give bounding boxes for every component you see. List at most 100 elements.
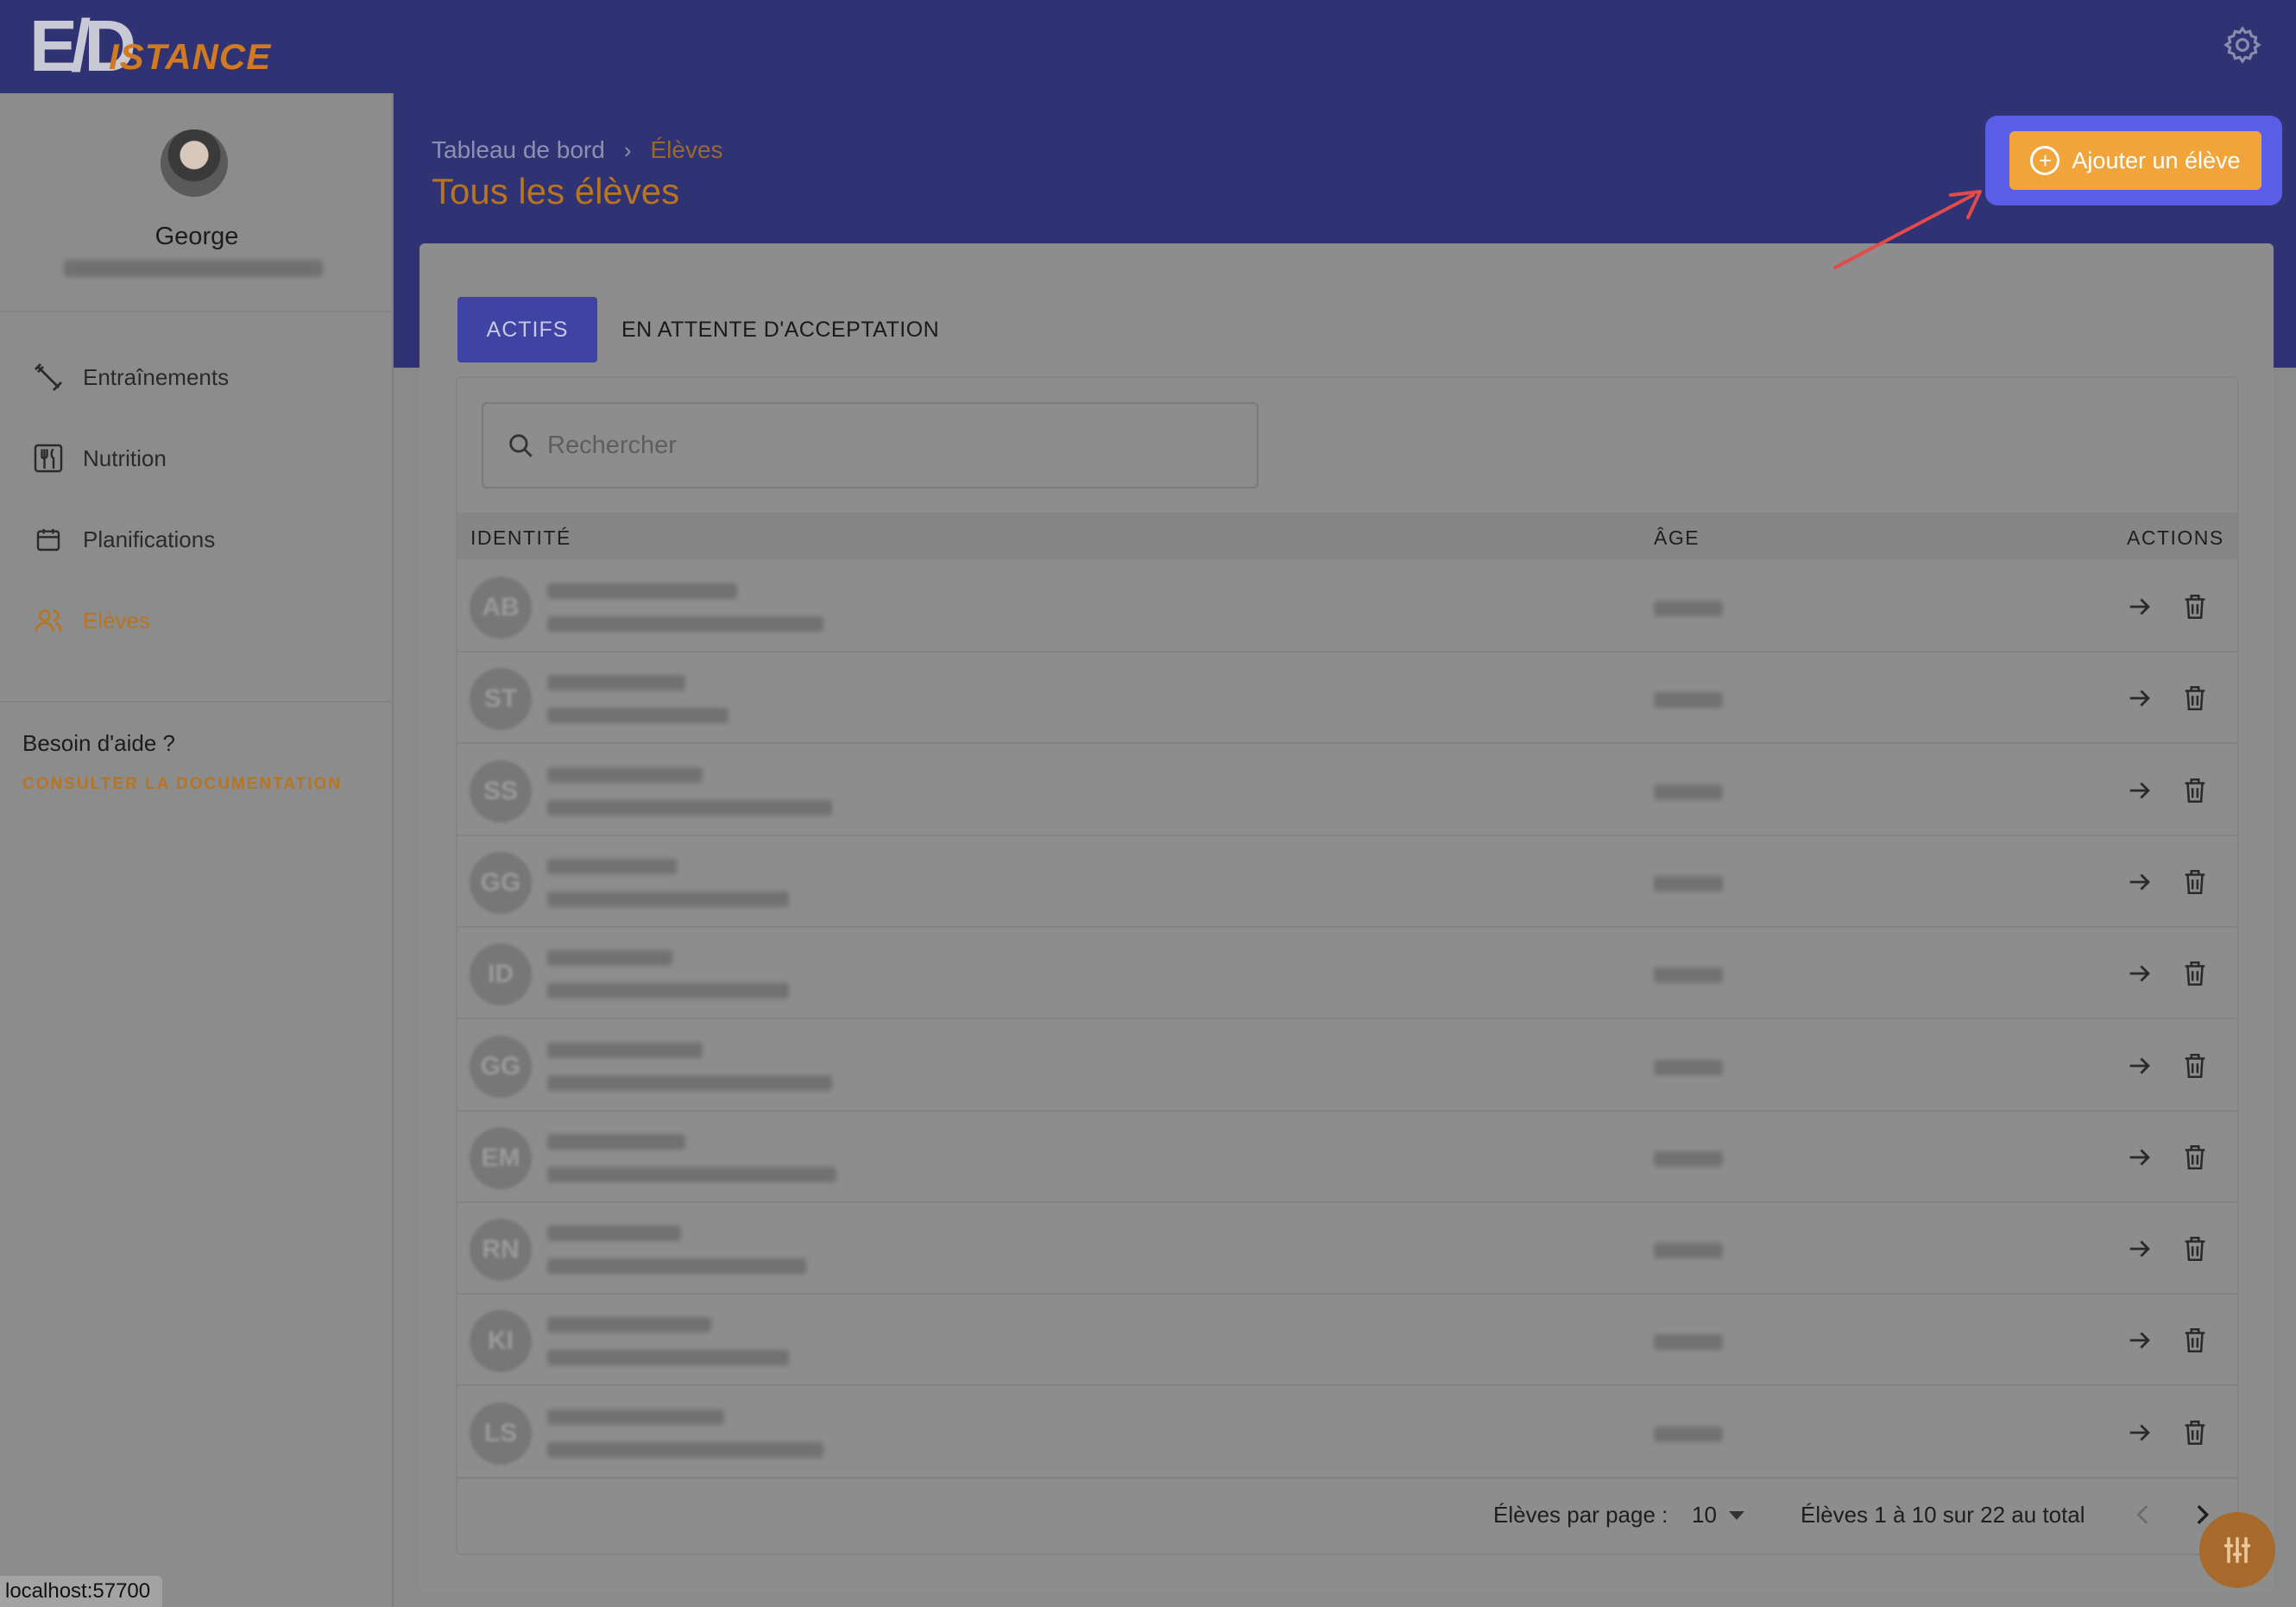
- student-email: [547, 616, 823, 632]
- student-email: [547, 983, 789, 999]
- logo-text: ISTANCE: [109, 36, 272, 77]
- student-name: [547, 1317, 711, 1333]
- search-input[interactable]: [547, 431, 1221, 460]
- tab-actifs[interactable]: ACTIFS: [457, 297, 597, 362]
- pagination-range: Élèves 1 à 10 sur 22 au total: [1801, 1502, 2085, 1528]
- student-age: [1654, 1334, 1723, 1351]
- column-identite: IDENTITÉ: [470, 526, 571, 549]
- student-age: [1654, 1426, 1723, 1442]
- student-avatar: RN: [470, 1219, 532, 1282]
- table-row[interactable]: ST: [457, 652, 2237, 745]
- student-age: [1654, 692, 1723, 709]
- divider: [457, 1478, 2237, 1479]
- student-avatar: LS: [470, 1402, 532, 1465]
- status-bar-url: localhost:57700: [0, 1576, 163, 1607]
- sidebar-item-eleves[interactable]: Elèves: [31, 599, 150, 642]
- student-name: [547, 1408, 724, 1425]
- arrow-right-icon[interactable]: [2125, 684, 2154, 713]
- student-avatar: KI: [470, 1310, 532, 1373]
- student-avatar: EM: [470, 1126, 532, 1189]
- student-name: [547, 1133, 685, 1150]
- student-age: [1654, 784, 1723, 800]
- add-student-button[interactable]: + Ajouter un élève: [2009, 131, 2261, 190]
- chevron-left-icon[interactable]: [2129, 1500, 2158, 1529]
- table-row[interactable]: EM: [457, 1112, 2237, 1203]
- help-title: Besoin d'aide ?: [22, 730, 175, 756]
- table-row[interactable]: SS: [457, 745, 2237, 836]
- student-age: [1654, 1059, 1723, 1075]
- page-title: Tous les élèves: [432, 171, 680, 211]
- student-name: [547, 583, 737, 599]
- search-field[interactable]: [482, 402, 1258, 488]
- dumbbell-icon: [31, 360, 66, 394]
- column-actions: ACTIONS: [2127, 526, 2224, 549]
- arrow-right-icon[interactable]: [2125, 1051, 2154, 1081]
- sidebar-item-label: Entraînements: [83, 363, 230, 390]
- table-row[interactable]: AB: [457, 561, 2237, 652]
- student-name: [547, 858, 677, 874]
- table-header: IDENTITÉ ÂGE ACTIONS: [457, 513, 2237, 559]
- arrow-right-icon[interactable]: [2125, 776, 2154, 805]
- sidebar-item-nutrition[interactable]: Nutrition: [31, 437, 167, 480]
- table-row[interactable]: RN: [457, 1203, 2237, 1295]
- breadcrumb-root[interactable]: Tableau de bord: [432, 136, 605, 164]
- sidebar-item-label: Nutrition: [83, 444, 167, 471]
- student-avatar: ST: [470, 668, 532, 731]
- trash-icon[interactable]: [2180, 1232, 2210, 1265]
- student-avatar: GG: [470, 851, 532, 914]
- table-row[interactable]: GG: [457, 836, 2237, 928]
- table-row[interactable]: KI: [457, 1295, 2237, 1387]
- sidebar: George Entraînements Nutrition Planifica…: [0, 93, 394, 1607]
- tab-en-attente[interactable]: EN ATTENTE D'ACCEPTATION: [621, 297, 939, 362]
- rows-per-page-label: Élèves par page :: [1493, 1502, 1668, 1528]
- sidebar-item-entrainements[interactable]: Entraînements: [31, 356, 229, 399]
- trash-icon[interactable]: [2180, 682, 2210, 715]
- breadcrumb: Tableau de bord › Élèves: [432, 136, 723, 164]
- add-student-label: Ajouter un élève: [2072, 147, 2241, 173]
- trash-icon[interactable]: [2180, 590, 2210, 623]
- table-row[interactable]: ID: [457, 928, 2237, 1020]
- trash-icon[interactable]: [2180, 957, 2210, 990]
- student-age: [1654, 1150, 1723, 1167]
- arrow-right-icon[interactable]: [2125, 959, 2154, 988]
- student-email: [547, 891, 789, 907]
- student-email: [547, 799, 832, 816]
- rows-per-page-value: 10: [1692, 1502, 1717, 1528]
- user-avatar[interactable]: [161, 129, 228, 197]
- documentation-link[interactable]: CONSULTER LA DOCUMENTATION: [22, 775, 342, 794]
- table-row[interactable]: GG: [457, 1020, 2237, 1112]
- search-icon: [506, 431, 535, 460]
- trash-icon[interactable]: [2180, 866, 2210, 898]
- sidebar-item-label: Elèves: [83, 607, 151, 633]
- trash-icon[interactable]: [2180, 774, 2210, 807]
- settings-gear-icon[interactable]: [2222, 24, 2263, 66]
- arrow-right-icon[interactable]: [2125, 592, 2154, 621]
- sliders-icon: [2223, 1536, 2251, 1564]
- top-bar: E/D ISTANCE: [0, 0, 2296, 93]
- sidebar-item-planifications[interactable]: Planifications: [31, 518, 215, 561]
- student-name: [547, 1226, 681, 1242]
- rows-per-page-select[interactable]: 10: [1692, 1502, 1744, 1528]
- arrow-right-icon[interactable]: [2125, 1326, 2154, 1355]
- annotation-arrow-icon: [1833, 190, 1982, 269]
- trash-icon[interactable]: [2180, 1141, 2210, 1174]
- student-age: [1654, 601, 1723, 616]
- trash-icon[interactable]: [2180, 1416, 2210, 1449]
- arrow-right-icon[interactable]: [2125, 1418, 2154, 1447]
- trash-icon[interactable]: [2180, 1049, 2210, 1082]
- utensils-icon: [31, 441, 66, 476]
- arrow-right-icon[interactable]: [2125, 1234, 2154, 1264]
- floating-menu-button[interactable]: [2199, 1512, 2275, 1588]
- student-avatar: SS: [470, 759, 532, 822]
- app-logo[interactable]: E/D ISTANCE: [29, 7, 270, 85]
- trash-icon[interactable]: [2180, 1324, 2210, 1357]
- student-name: [547, 675, 685, 691]
- arrow-right-icon[interactable]: [2125, 867, 2154, 897]
- divider: [0, 311, 394, 312]
- student-avatar: GG: [470, 1035, 532, 1098]
- table-row[interactable]: LS: [457, 1387, 2237, 1478]
- arrow-right-icon[interactable]: [2125, 1143, 2154, 1172]
- users-icon: [31, 603, 66, 638]
- add-button-highlight: + Ajouter un élève: [1985, 116, 2282, 205]
- sidebar-item-label: Planifications: [83, 526, 216, 552]
